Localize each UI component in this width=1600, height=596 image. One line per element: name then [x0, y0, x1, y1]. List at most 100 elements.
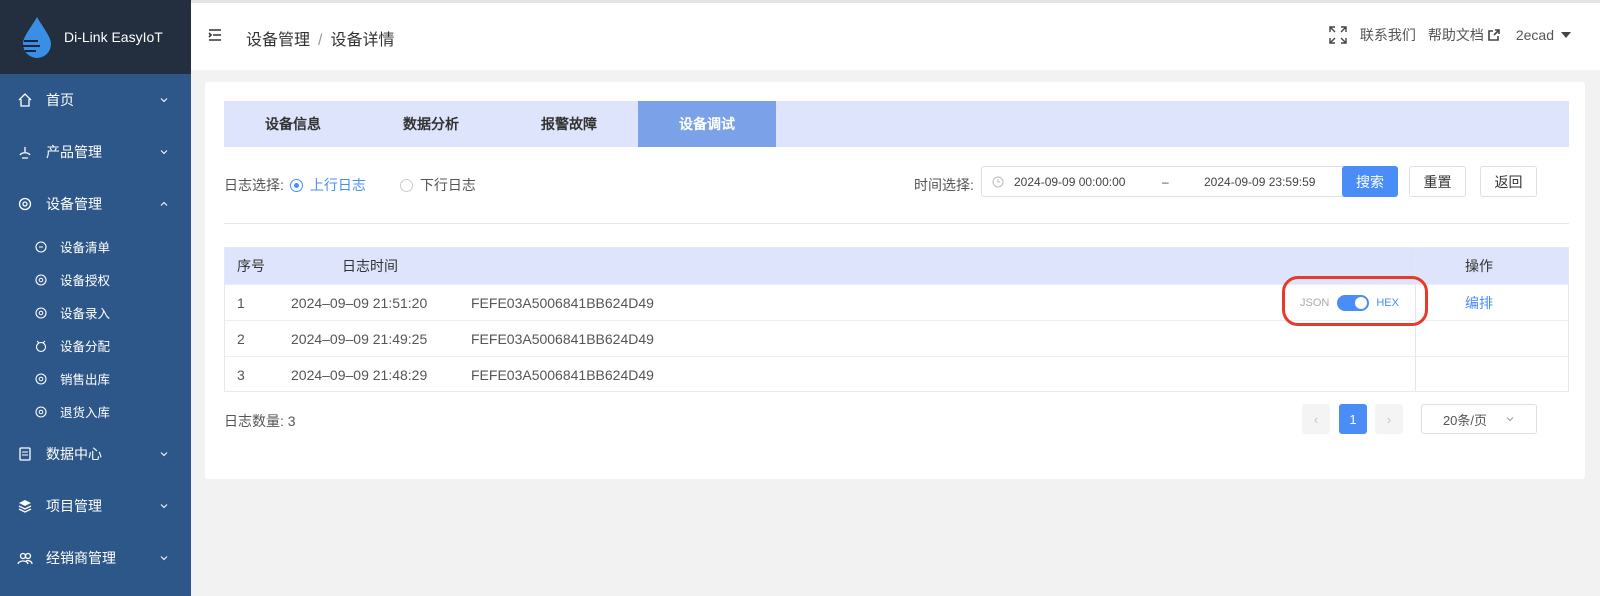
- external-link-icon: [1488, 28, 1500, 41]
- chevron-down-icon: [160, 504, 168, 509]
- breadcrumb-device-detail: 设备详情: [330, 32, 395, 49]
- main-card: 设备信息 数据分析 报警故障 设备调试 日志选择: 上行日志 下行日志 时间选择…: [205, 82, 1585, 479]
- tab-alarm-fault[interactable]: 报警故障: [500, 101, 638, 147]
- page-size-value: 20条/页: [1442, 412, 1488, 428]
- help-docs-link[interactable]: 帮助文档: [1428, 25, 1500, 45]
- tab-device-debug[interactable]: 设备调试: [638, 101, 776, 147]
- range-separator: –: [1162, 174, 1169, 189]
- contact-link[interactable]: 联系我们: [1360, 25, 1416, 45]
- submenu-device-auth[interactable]: 设备授权: [0, 263, 191, 296]
- row-no: 2: [237, 330, 245, 347]
- clock-icon: [992, 176, 1004, 187]
- menu-data-center[interactable]: 数据中心: [0, 428, 191, 480]
- tab-device-info[interactable]: 设备信息: [224, 101, 362, 147]
- chevron-down-icon: [160, 150, 168, 155]
- page-1-button[interactable]: 1: [1339, 404, 1367, 434]
- submenu-device-assign[interactable]: 设备分配: [0, 329, 191, 362]
- menu-dealer-label: 经销商管理: [46, 550, 116, 566]
- menu-home[interactable]: 首页: [0, 74, 191, 126]
- breadcrumb-device-management[interactable]: 设备管理: [246, 32, 310, 49]
- users-icon: [16, 549, 34, 567]
- col-no: 序号: [237, 258, 265, 274]
- submenu-device-entry-label: 设备录入: [60, 307, 111, 321]
- help-docs-label: 帮助文档: [1427, 27, 1484, 43]
- menu-fold-icon[interactable]: [207, 27, 223, 43]
- gear-icon: [35, 372, 47, 385]
- next-page-button[interactable]: ›: [1375, 404, 1403, 434]
- caret-down-icon: [1561, 32, 1571, 38]
- list-icon: [35, 240, 47, 253]
- radio-down-log-label[interactable]: 下行日志: [420, 175, 476, 195]
- col-time: 日志时间: [342, 258, 398, 274]
- menu-home-label: 首页: [46, 92, 74, 108]
- product-icon: [16, 143, 34, 161]
- user-name: 2ecad: [1515, 27, 1554, 43]
- row-time: 2024–09–09 21:49:25: [291, 330, 428, 347]
- gear-icon: [35, 273, 47, 286]
- orchestrate-link[interactable]: 编排: [1465, 293, 1493, 313]
- chevron-up-icon: [160, 201, 168, 206]
- log-table: 序号 日志时间 操作 1 2024–09–09 21:51:20 FEFE03A…: [224, 247, 1569, 392]
- row-data: FEFE03A5006841BB624D49: [471, 294, 654, 311]
- menu-product[interactable]: 产品管理: [0, 126, 191, 178]
- brand-name: Di-Link EasyIoT: [64, 29, 163, 45]
- sidebar: Di-Link EasyIoT 首页 产品管理 设备管理 设备清单 设备授权 设…: [0, 0, 191, 596]
- fullscreen-icon[interactable]: [1328, 25, 1348, 45]
- chevron-down-icon: [160, 98, 168, 103]
- table-row: 3 2024–09–09 21:48:29 FEFE03A5006841BB62…: [225, 356, 1568, 392]
- menu-project-label: 项目管理: [46, 498, 102, 514]
- menu-project[interactable]: 项目管理: [0, 480, 191, 532]
- date-range-picker[interactable]: 2024-09-09 00:00:00 – 2024-09-09 23:59:5…: [981, 166, 1356, 197]
- reset-button[interactable]: 重置: [1409, 166, 1466, 197]
- divider: [224, 223, 1569, 224]
- row-time: 2024–09–09 21:48:29: [291, 366, 428, 383]
- radio-down-log[interactable]: [399, 178, 413, 192]
- menu-data-center-label: 数据中心: [46, 446, 102, 462]
- row-no: 1: [237, 294, 245, 311]
- row-no: 3: [237, 366, 245, 383]
- row-data: FEFE03A5006841BB624D49: [471, 330, 654, 347]
- end-date[interactable]: 2024-09-09 23:59:59: [1204, 175, 1315, 189]
- search-button[interactable]: 搜索: [1342, 166, 1398, 197]
- brand: Di-Link EasyIoT: [0, 0, 191, 74]
- submenu-device-entry[interactable]: 设备录入: [0, 296, 191, 329]
- top-header: 设备管理 / 设备详情 联系我们 帮助文档 2ecad: [191, 0, 1600, 70]
- breadcrumb-separator: /: [318, 32, 323, 49]
- menu-dealer[interactable]: 经销商管理: [0, 532, 191, 584]
- chevron-down-icon: [160, 556, 168, 561]
- submenu-device-list-label: 设备清单: [60, 241, 111, 255]
- submenu-sales-out[interactable]: 销售出库: [0, 362, 191, 395]
- gear-icon: [35, 306, 47, 319]
- back-button[interactable]: 返回: [1480, 166, 1537, 197]
- gear-icon: [35, 405, 47, 418]
- radio-up-log-label[interactable]: 上行日志: [310, 175, 366, 195]
- submenu-device-auth-label: 设备授权: [60, 274, 111, 288]
- menu-product-label: 产品管理: [46, 144, 102, 160]
- submenu-device-assign-label: 设备分配: [60, 340, 111, 354]
- menu-device[interactable]: 设备管理: [0, 178, 191, 230]
- user-menu[interactable]: 2ecad: [1516, 27, 1572, 43]
- tab-bar: 设备信息 数据分析 报警故障 设备调试: [224, 101, 1569, 147]
- breadcrumb: 设备管理 / 设备详情: [246, 26, 394, 50]
- log-select-label: 日志选择:: [224, 177, 284, 193]
- start-date[interactable]: 2024-09-09 00:00:00: [1014, 175, 1162, 189]
- log-type-filter: 日志选择: 上行日志 下行日志: [224, 175, 476, 195]
- submenu-sales-out-label: 销售出库: [60, 373, 111, 387]
- menu-device-label: 设备管理: [46, 196, 102, 212]
- radio-up-log[interactable]: [289, 178, 303, 192]
- submenu-return-in[interactable]: 退货入库: [0, 395, 191, 428]
- device-gear-icon: [16, 195, 34, 213]
- row-data: FEFE03A5006841BB624D49: [471, 366, 654, 383]
- page-size-select[interactable]: 20条/页: [1421, 404, 1537, 434]
- submenu-device-list[interactable]: 设备清单: [0, 230, 191, 263]
- assign-icon: [35, 340, 47, 352]
- chevron-down-icon: [160, 452, 168, 457]
- submenu-return-in-label: 退货入库: [60, 406, 111, 420]
- col-op: 操作: [1465, 258, 1493, 274]
- prev-page-button[interactable]: ‹: [1302, 404, 1330, 434]
- layers-icon: [16, 497, 34, 515]
- annotation-highlight: [1282, 276, 1428, 326]
- row-time: 2024–09–09 21:51:20: [291, 294, 428, 311]
- tab-data-analysis[interactable]: 数据分析: [362, 101, 500, 147]
- home-icon: [16, 91, 34, 109]
